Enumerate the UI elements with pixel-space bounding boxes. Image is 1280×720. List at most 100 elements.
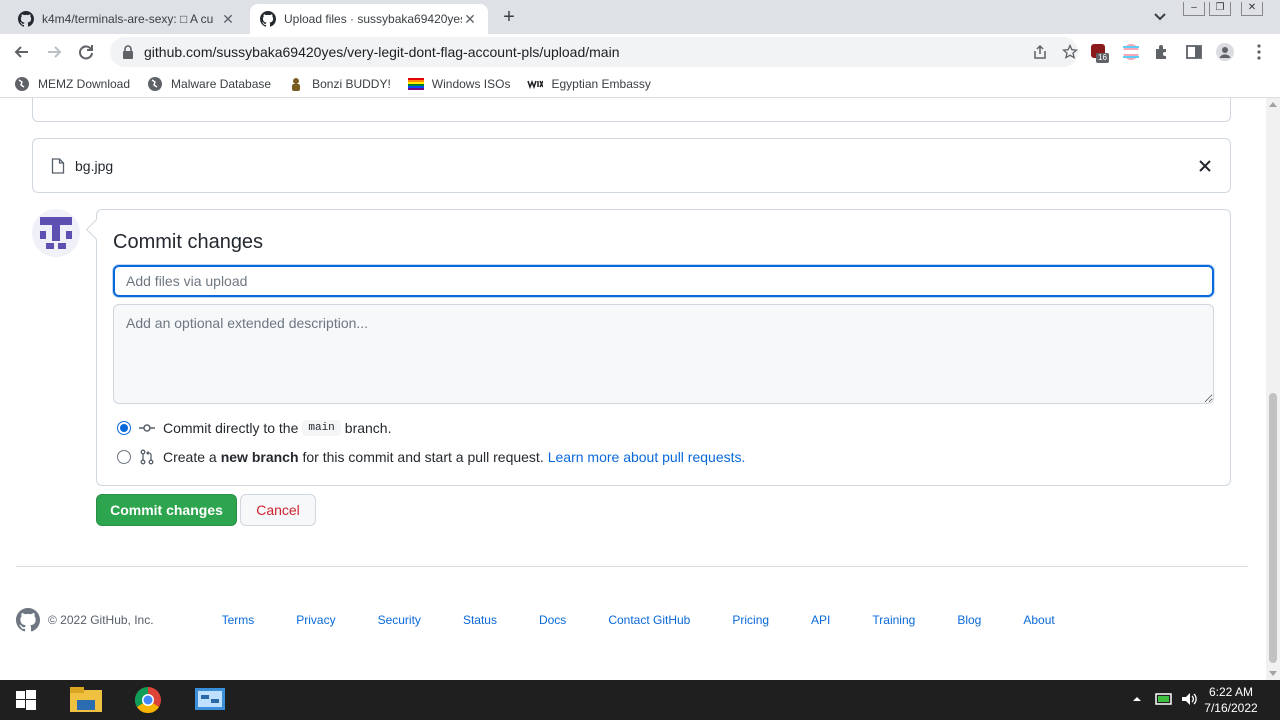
tab-close-icon[interactable]: ✕ (462, 11, 478, 28)
globe-icon (15, 76, 29, 91)
bookmark-star-icon[interactable] (1062, 44, 1078, 60)
avatar[interactable] (32, 209, 80, 257)
bookmark-bonzi-buddy[interactable]: Bonzi BUDDY! (288, 76, 391, 92)
scroll-down-arrow-icon[interactable] (1269, 671, 1277, 676)
bookmark-egyptian-embassy[interactable]: Egyptian Embassy (527, 76, 651, 92)
commit-direct-prefix: Commit directly to the (163, 420, 299, 436)
file-icon (51, 157, 65, 174)
bookmark-label: MEMZ Download (38, 76, 131, 91)
address-bar[interactable]: github.com/sussybaka69420yes/very-legit-… (110, 37, 1078, 67)
globe-icon (148, 76, 163, 91)
bookmark-windows-isos[interactable]: Windows ISOs (407, 76, 511, 92)
footer-link-api[interactable]: API (811, 613, 830, 627)
github-logo-icon[interactable] (16, 608, 40, 632)
uploaded-file-row: bg.jpg (32, 138, 1231, 193)
taskbar-chrome[interactable] (128, 684, 168, 716)
commit-summary-input[interactable] (113, 265, 1214, 297)
footer-link-terms[interactable]: Terms (222, 613, 255, 627)
new-branch-emphasis: new branch (220, 449, 299, 465)
new-branch-suffix: for this commit and start a pull request… (302, 449, 544, 465)
footer-link-security[interactable]: Security (378, 613, 421, 627)
back-arrow-icon[interactable] (12, 42, 32, 62)
restore-window-icon[interactable]: ❐ (1209, 2, 1231, 16)
site-footer: © 2022 GitHub, Inc. Terms Privacy Securi… (16, 608, 1248, 632)
bookmarks-bar: MEMZ Download Malware Database Bonzi BUD… (0, 70, 1280, 98)
identicon-icon (40, 217, 72, 249)
bookmark-memz-download[interactable]: MEMZ Download (14, 76, 130, 92)
footer-link-status[interactable]: Status (463, 613, 497, 627)
windows-logo-icon (16, 690, 36, 710)
side-panel-icon[interactable] (1185, 43, 1203, 61)
commit-direct-suffix: branch. (344, 420, 392, 436)
wix-icon (527, 79, 544, 89)
taskbar-file-explorer[interactable] (66, 684, 106, 716)
reload-icon[interactable] (76, 42, 96, 62)
footer-link-docs[interactable]: Docs (539, 613, 566, 627)
bookmark-label: Malware Database (171, 76, 272, 91)
browser-menu-icon[interactable] (1250, 43, 1268, 61)
share-icon[interactable] (1032, 44, 1048, 60)
learn-more-pull-requests-link[interactable]: Learn more about pull requests. (548, 449, 746, 465)
taskbar-clock[interactable]: 6:22 AM 7/16/2022 (1200, 684, 1262, 716)
scroll-up-arrow-icon[interactable] (1269, 102, 1277, 107)
footer-copyright: © 2022 GitHub, Inc. (48, 613, 154, 627)
commit-description-input[interactable] (113, 304, 1214, 404)
taskbar-control-panel[interactable] (190, 684, 230, 716)
forward-arrow-icon[interactable] (44, 42, 64, 62)
bookmark-label: Egyptian Embassy (551, 76, 651, 91)
clock-date: 7/16/2022 (1204, 701, 1258, 715)
file-name: bg.jpg (75, 157, 114, 174)
scrollbar-thumb[interactable] (1269, 393, 1277, 663)
minimize-window-icon[interactable]: – (1183, 2, 1205, 16)
close-window-icon[interactable]: ✕ (1241, 2, 1263, 16)
github-icon (18, 11, 34, 27)
puzzle-extensions-icon[interactable] (1153, 43, 1171, 61)
footer-link-pricing[interactable]: Pricing (732, 613, 769, 627)
browser-tab-upload-files[interactable]: Upload files · sussybaka69420yes/ ✕ (250, 4, 488, 34)
start-button[interactable] (6, 684, 46, 716)
github-icon (260, 11, 276, 27)
footer-link-contact-github[interactable]: Contact GitHub (608, 613, 690, 627)
commit-new-branch-option[interactable]: Create a new branch for this commit and … (117, 449, 745, 465)
tab-close-icon[interactable]: ✕ (220, 11, 236, 28)
profile-avatar-icon[interactable] (1216, 43, 1234, 61)
browser-toolbar: github.com/sussybaka69420yes/very-legit-… (0, 34, 1280, 70)
tab-title: k4m4/terminals-are-sexy: □ A cu (42, 12, 214, 26)
footer-link-about[interactable]: About (1023, 613, 1054, 627)
bookmark-label: Bonzi BUDDY! (312, 76, 391, 91)
new-branch-prefix: Create a (163, 449, 217, 465)
commit-direct-option[interactable]: Commit directly to the main branch. (117, 420, 391, 436)
branch-name-code: main (302, 420, 341, 436)
rainbow-flag-icon (407, 77, 424, 90)
bookmark-malware-database[interactable]: Malware Database (147, 76, 271, 92)
battery-icon[interactable] (1155, 690, 1173, 708)
git-commit-icon (139, 424, 155, 432)
commit-changes-button[interactable]: Commit changes (96, 494, 237, 526)
commit-changes-panel: Commit changes Commit directly to the ma… (96, 209, 1231, 486)
tab-search-chevron-icon[interactable] (1150, 8, 1170, 26)
bookmark-label: Windows ISOs (431, 76, 511, 91)
footer-link-blog[interactable]: Blog (957, 613, 981, 627)
commit-new-branch-radio[interactable] (117, 450, 131, 464)
control-panel-icon (195, 688, 225, 710)
flag-extension-icon[interactable] (1122, 43, 1140, 61)
chrome-icon (134, 686, 161, 714)
git-pull-request-icon (140, 449, 154, 465)
previous-file-row (32, 98, 1231, 122)
extension-badge-icon[interactable]: 16 (1090, 43, 1109, 63)
new-tab-button[interactable]: + (498, 6, 520, 28)
bonzi-icon (292, 77, 301, 91)
cancel-button[interactable]: Cancel (240, 494, 316, 526)
lock-icon (123, 45, 133, 59)
volume-icon[interactable] (1180, 690, 1198, 708)
show-hidden-icons-chevron-icon[interactable] (1128, 690, 1146, 708)
footer-link-privacy[interactable]: Privacy (296, 613, 335, 627)
commit-title: Commit changes (113, 231, 264, 253)
footer-link-training[interactable]: Training (872, 613, 915, 627)
folder-icon (70, 687, 102, 712)
remove-file-close-icon[interactable] (1198, 159, 1212, 173)
commit-direct-radio[interactable] (117, 421, 131, 435)
browser-tab-terminals[interactable]: k4m4/terminals-are-sexy: □ A cu ✕ (8, 4, 246, 34)
page-scrollbar[interactable] (1266, 98, 1280, 680)
browser-tab-strip: k4m4/terminals-are-sexy: □ A cu ✕ Upload… (0, 0, 1280, 34)
